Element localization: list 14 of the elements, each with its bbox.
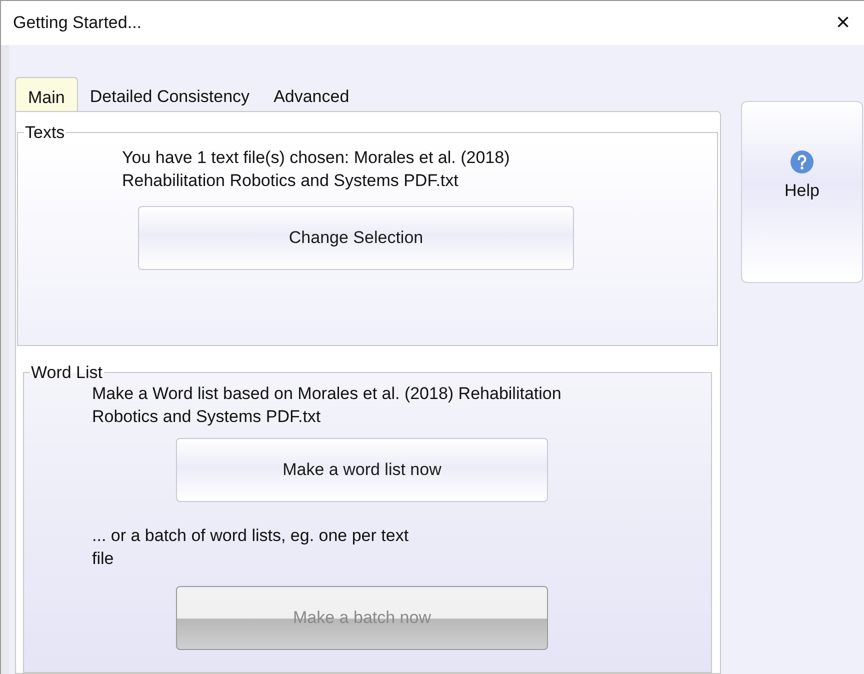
help-icon — [790, 150, 814, 174]
tab[interactable]: Main — [15, 77, 78, 111]
help-button[interactable]: Help — [741, 101, 863, 283]
action-button[interactable]: Make a word list now — [176, 438, 548, 502]
selection-message: You have 1 text file(s) chosen: Morales et al. (2018) Rehabilitation Robotics and Systems PDF.txt — [122, 146, 511, 192]
group-title: Word List — [30, 362, 104, 384]
window-title: Getting Started... — [13, 12, 142, 34]
close-button[interactable]: × — [836, 11, 850, 35]
tab[interactable]: Detailed Consistency — [78, 81, 262, 111]
action-button[interactable]: Change Selection — [138, 206, 574, 270]
batch-message: ... or a batch of word lists, eg. one per text file — [92, 524, 410, 570]
group-title: Texts — [24, 122, 66, 144]
word-list-message: Make a Word list based on Morales et al. (2018) Rehabilitation Robotics and Systems PDF.txt — [92, 382, 562, 428]
tab[interactable]: Advanced — [262, 81, 362, 111]
